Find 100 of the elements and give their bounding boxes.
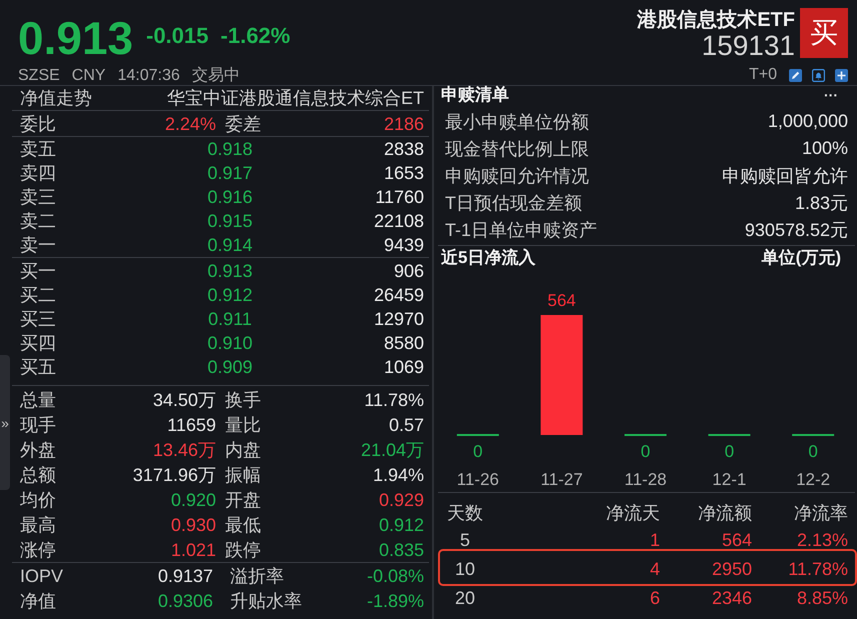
order-price: 0.911 <box>207 308 253 330</box>
axis-label: 11-27 <box>540 470 583 489</box>
field-label: 最小申赎单位份额 <box>445 110 589 134</box>
stat-label: 最高 <box>20 514 57 536</box>
column-header: 净流天 <box>605 502 660 524</box>
stat-label: 溢折率 <box>229 564 285 586</box>
stat-value: 0.912 <box>378 514 424 536</box>
stat-value: 11659 <box>166 414 216 436</box>
table-cell-text: 6 <box>648 588 660 609</box>
bar-value-label: 0 <box>808 442 818 461</box>
column-header: 天数 <box>446 502 484 524</box>
axis-label: 12-2 <box>796 470 830 489</box>
table-cell-text: 2.13% <box>796 530 848 551</box>
price-change: -0.015 <box>146 24 209 48</box>
bar-value-label: 0 <box>640 442 650 461</box>
order-level-label: 买三 <box>20 308 57 330</box>
stat-label: 量比 <box>224 414 262 436</box>
stat-value: 0.57 <box>388 414 424 436</box>
stat-value: 0.9306 <box>156 590 213 612</box>
table-cell-text: 20 <box>454 588 476 609</box>
order-volume: 22108 <box>372 210 424 232</box>
stat-label: 最低 <box>224 514 262 536</box>
buy-button[interactable]: 买 <box>800 8 848 58</box>
order-price: 0.918 <box>206 138 254 160</box>
order-level-label: 卖二 <box>20 210 57 232</box>
table-row[interactable]: 20 6 2346 8.85% <box>445 584 848 613</box>
table-cell-text: 4 <box>648 559 660 580</box>
axis-label: 11-26 <box>456 470 499 489</box>
field-value: 1.83元 <box>794 192 848 214</box>
order-price: 0.913 <box>206 260 254 282</box>
stat-value: 13.46万 <box>152 438 216 460</box>
fund-full-name: 华宝中证港股通信息技术综合ET <box>166 87 424 109</box>
percent-change: -1.62% <box>220 24 290 48</box>
order-price: 0.910 <box>206 332 254 354</box>
field-label: 委差 <box>224 112 262 134</box>
order-volume: 9439 <box>382 234 424 256</box>
bar-value-label: 564 <box>548 291 576 310</box>
stat-value: 34.50万 <box>152 388 216 410</box>
bar-value-label: 0 <box>473 442 483 461</box>
bar-value-label: 0 <box>724 442 734 461</box>
stat-label: 现手 <box>20 414 57 436</box>
stat-label: 总额 <box>20 464 57 486</box>
order-level-label: 买二 <box>20 284 57 306</box>
stat-value: 0.9137 <box>156 564 213 586</box>
table-cell-text: 2950 <box>710 559 752 580</box>
stat-value: 1.021 <box>170 538 216 560</box>
field-label: 委比 <box>20 112 57 134</box>
stat-value: 3171.96万 <box>132 464 216 486</box>
field-label: 现金替代比例上限 <box>445 138 589 160</box>
field-label: T日预估现金差额 <box>445 192 582 214</box>
order-price: 0.917 <box>206 162 254 184</box>
table-row[interactable]: 10 4 2950 11.78% <box>438 549 857 586</box>
field-value: 申购赎回皆允许 <box>722 164 848 188</box>
order-volume: 906 <box>392 260 424 282</box>
order-price: 0.916 <box>206 186 254 208</box>
stat-label: 开盘 <box>224 488 262 510</box>
table-cell-text: 2346 <box>710 588 752 609</box>
chart-title: 近5日净流入 <box>441 249 536 267</box>
order-price: 0.909 <box>206 356 254 378</box>
stat-label: 外盘 <box>20 438 57 460</box>
fund-name: 港股信息技术ETF <box>637 8 795 32</box>
table-cell-text: 8.85% <box>796 588 848 609</box>
order-volume: 26459 <box>372 284 424 306</box>
section-title: 申赎清单 <box>441 86 509 104</box>
stat-value: -1.89% <box>366 590 424 612</box>
field-value: 1,000,000 <box>768 111 848 132</box>
stat-label: 振幅 <box>224 464 262 486</box>
axis-label: 12-1 <box>712 470 746 489</box>
order-price: 0.915 <box>206 210 254 232</box>
order-volume: 12970 <box>372 308 424 330</box>
stat-label: IOPV <box>20 564 64 586</box>
order-price: 0.914 <box>206 234 254 256</box>
more-button[interactable]: ··· <box>822 88 848 102</box>
column-header: 净流率 <box>793 502 848 524</box>
stat-value: 1.94% <box>372 464 424 486</box>
last-price: 0.913 <box>18 14 134 60</box>
stat-value: 21.04万 <box>360 438 424 460</box>
bell-icon[interactable] <box>812 68 825 82</box>
order-price: 0.912 <box>206 284 254 306</box>
pencil-icon[interactable] <box>789 68 802 82</box>
order-level-label: 卖三 <box>20 186 57 208</box>
stat-value: 0.929 <box>378 488 424 510</box>
order-level-label: 买五 <box>20 356 57 378</box>
exchange-label: SZSE <box>18 66 60 86</box>
table-cell-text: 5 <box>458 530 471 551</box>
order-volume: 1653 <box>382 162 424 184</box>
unit-label: 单位(万元) <box>762 249 841 267</box>
stat-label: 涨停 <box>20 538 57 560</box>
order-volume: 1069 <box>382 356 424 378</box>
expand-handle[interactable]: » <box>0 355 10 490</box>
trade-time: 14:07:36 <box>118 66 180 86</box>
table-cell-text: 11.78% <box>787 559 848 580</box>
stat-label: 净值 <box>20 590 57 612</box>
order-volume: 8580 <box>382 332 424 354</box>
axis-label: 11-28 <box>624 470 667 489</box>
plus-icon[interactable] <box>835 68 848 82</box>
stat-value: 0.835 <box>378 538 424 560</box>
stat-label: 总量 <box>20 388 57 410</box>
stat-label: 换手 <box>224 388 262 410</box>
field-label: 申购赎回允许情况 <box>445 164 589 188</box>
